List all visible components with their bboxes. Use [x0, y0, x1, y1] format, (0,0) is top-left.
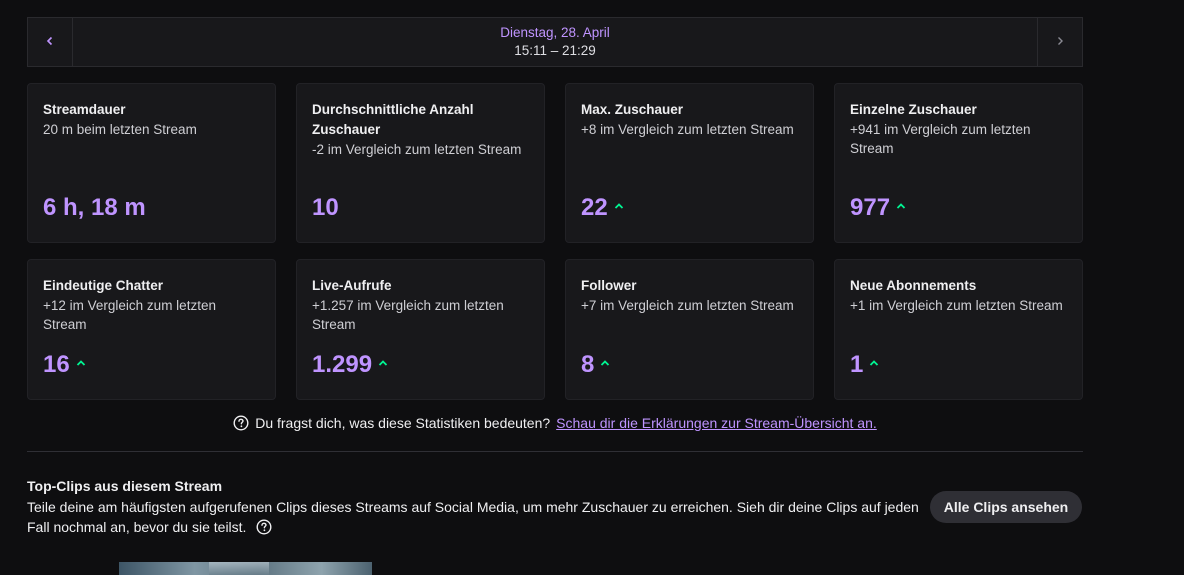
- stat-comparison: +941 im Vergleich zum letzten Stream: [850, 122, 1031, 156]
- stat-card-stream-duration: Streamdauer 20 m beim letzten Stream 6 h…: [27, 83, 276, 243]
- stat-value: 22: [581, 194, 624, 222]
- stat-title: Einzelne Zuschauer: [850, 102, 977, 117]
- clip-thumbnail-image: [209, 562, 269, 575]
- trend-up-icon: [896, 201, 906, 211]
- stream-summary-explanation-link[interactable]: Schau dir die Erklärungen zur Stream-Übe…: [556, 415, 877, 431]
- stat-card-followers: Follower +7 im Vergleich zum letzten Str…: [565, 259, 814, 400]
- stat-card-live-views: Live-Aufrufe +1.257 im Vergleich zum let…: [296, 259, 545, 400]
- chevron-left-icon: [45, 33, 55, 51]
- stat-comparison: +7 im Vergleich zum letzten Stream: [581, 298, 794, 313]
- view-all-clips-button[interactable]: Alle Clips ansehen: [930, 491, 1082, 523]
- stat-card-average-viewers: Durchschnittliche Anzahl Zuschauer -2 im…: [296, 83, 545, 243]
- stat-comparison: +1 im Vergleich zum letzten Stream: [850, 298, 1063, 313]
- chevron-right-icon: [1055, 33, 1065, 51]
- top-clips-description: Teile deine am häufigsten aufgerufenen C…: [27, 497, 937, 537]
- clip-thumbnail[interactable]: [119, 562, 372, 575]
- trend-up-icon: [614, 201, 624, 211]
- stream-time-range: 15:11 – 21:29: [514, 43, 596, 58]
- stat-value: 8: [581, 351, 610, 379]
- previous-stream-button[interactable]: [28, 18, 73, 66]
- stat-comparison: +8 im Vergleich zum letzten Stream: [581, 122, 794, 137]
- trend-up-icon: [76, 358, 86, 368]
- stat-card-unique-chatters: Eindeutige Chatter +12 im Vergleich zum …: [27, 259, 276, 400]
- stream-date: Dienstag, 28. April: [500, 25, 610, 40]
- stats-question-text: Du fragst dich, was diese Statistiken be…: [255, 415, 551, 431]
- stat-comparison: 20 m beim letzten Stream: [43, 122, 197, 137]
- date-navigation-bar: Dienstag, 28. April 15:11 – 21:29: [27, 17, 1083, 67]
- help-circle-icon[interactable]: [256, 519, 272, 535]
- next-stream-button[interactable]: [1037, 18, 1082, 66]
- stat-card-max-viewers: Max. Zuschauer +8 im Vergleich zum letzt…: [565, 83, 814, 243]
- stream-date-range: Dienstag, 28. April 15:11 – 21:29: [73, 18, 1037, 66]
- stat-title: Max. Zuschauer: [581, 102, 684, 117]
- stats-explanation-line: Du fragst dich, was diese Statistiken be…: [0, 415, 1110, 431]
- stat-comparison: -2 im Vergleich zum letzten Stream: [312, 142, 522, 157]
- stat-value: 6 h, 18 m: [43, 194, 146, 221]
- top-clips-description-text: Teile deine am häufigsten aufgerufenen C…: [27, 499, 919, 535]
- stat-value: 1: [850, 351, 879, 379]
- help-circle-icon: [233, 415, 249, 431]
- stat-value: 10: [312, 194, 339, 221]
- stat-title: Eindeutige Chatter: [43, 278, 164, 293]
- stream-summary-page: Dienstag, 28. April 15:11 – 21:29 Stream…: [0, 0, 1184, 575]
- trend-up-icon: [869, 358, 879, 368]
- stat-title: Live-Aufrufe: [312, 278, 392, 293]
- stat-value: 1.299: [312, 351, 388, 379]
- stat-value: 16: [43, 351, 86, 379]
- stat-card-unique-viewers: Einzelne Zuschauer +941 im Vergleich zum…: [834, 83, 1083, 243]
- trend-up-icon: [378, 358, 388, 368]
- stat-title: Follower: [581, 278, 637, 293]
- stat-value: 977: [850, 194, 906, 222]
- stat-comparison: +1.257 im Vergleich zum letzten Stream: [312, 298, 504, 332]
- section-divider: [27, 451, 1083, 452]
- stat-comparison: +12 im Vergleich zum letzten Stream: [43, 298, 216, 332]
- top-clips-heading: Top-Clips aus diesem Stream: [27, 478, 223, 494]
- stat-title: Neue Abonnements: [850, 278, 977, 293]
- stat-card-new-subscriptions: Neue Abonnements +1 im Vergleich zum let…: [834, 259, 1083, 400]
- trend-up-icon: [600, 358, 610, 368]
- stat-title: Durchschnittliche Anzahl Zuschauer: [312, 102, 474, 137]
- stat-title: Streamdauer: [43, 102, 126, 117]
